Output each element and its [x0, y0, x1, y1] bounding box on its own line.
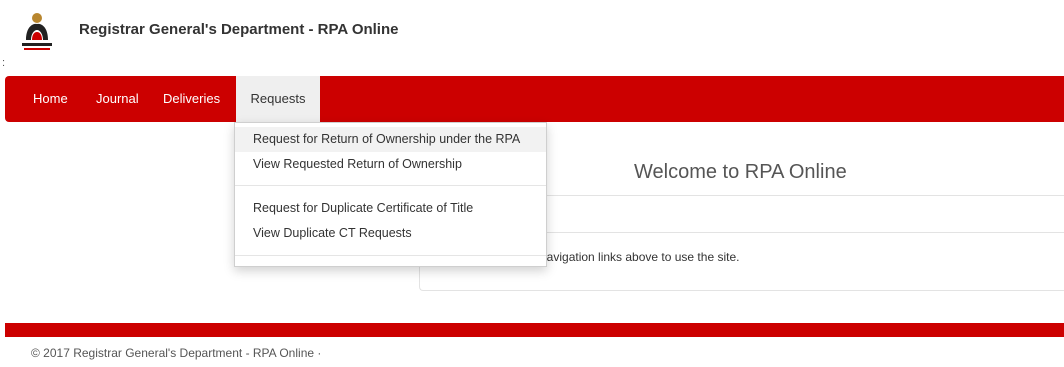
- page: Registrar General's Department - RPA Onl…: [0, 0, 1064, 367]
- footer-copyright: © 2017 Registrar General's Department - …: [31, 346, 322, 360]
- nav-requests[interactable]: Requests: [236, 76, 320, 122]
- site-title[interactable]: Registrar General's Department - RPA Onl…: [79, 21, 398, 38]
- stray-mark: :: [2, 57, 6, 69]
- nav-deliveries[interactable]: Deliveries: [163, 76, 220, 122]
- department-logo-icon[interactable]: [20, 10, 54, 54]
- site-header: Registrar General's Department - RPA Onl…: [0, 0, 1064, 69]
- main-navbar: Home Journal Deliveries Requests: [5, 76, 1064, 122]
- nav-home[interactable]: Home: [33, 76, 68, 122]
- info-text: navigation links above to use the site.: [540, 250, 740, 264]
- menu-item-view-duplicate-ct-requests[interactable]: View Duplicate CT Requests: [235, 221, 546, 246]
- menu-item-request-return-ownership[interactable]: Request for Return of Ownership under th…: [235, 127, 546, 152]
- welcome-title: Welcome to RPA Online: [634, 161, 847, 183]
- menu-divider: [235, 185, 546, 186]
- menu-divider: [235, 255, 546, 256]
- menu-item-request-duplicate-certificate[interactable]: Request for Duplicate Certificate of Tit…: [235, 196, 546, 221]
- requests-dropdown-menu: Request for Return of Ownership under th…: [234, 122, 547, 267]
- menu-item-view-return-ownership[interactable]: View Requested Return of Ownership: [235, 152, 546, 177]
- footer-bar: [5, 323, 1064, 337]
- nav-journal[interactable]: Journal: [96, 76, 139, 122]
